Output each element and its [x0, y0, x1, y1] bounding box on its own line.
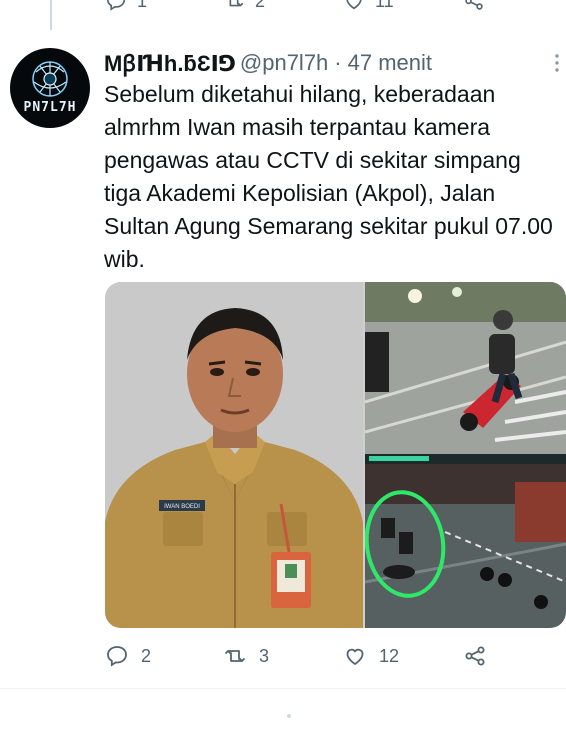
- share-icon: [465, 0, 483, 10]
- tweet-actions: 2 3 12: [105, 644, 545, 672]
- author-avatar[interactable]: PN7L7H: [10, 48, 90, 128]
- share-icon: [465, 646, 485, 666]
- tweet-timestamp[interactable]: 47 menit: [348, 50, 432, 76]
- author-display-name[interactable]: MꞵꓲꞪh.ƃƐꓲꓨ: [104, 48, 236, 78]
- separator-dot: ·: [334, 50, 342, 75]
- cctv-photo[interactable]: [365, 282, 566, 628]
- prev-reply-button[interactable]: 1: [105, 0, 147, 12]
- prev-like-count: 11: [375, 0, 394, 11]
- prev-reply-count: 1: [137, 0, 148, 11]
- like-count: 12: [379, 645, 400, 666]
- prev-like-button[interactable]: 11: [343, 0, 394, 12]
- reply-icon: [106, 0, 126, 11]
- retweet-icon: [225, 650, 245, 662]
- avatar-text: PN7L7H: [23, 100, 77, 115]
- avatar-emblem-icon: [32, 61, 68, 97]
- retweet-icon: [229, 0, 244, 7]
- author-handle[interactable]: @pn7l7h: [240, 50, 328, 76]
- prev-share-button[interactable]: [463, 0, 485, 12]
- tweet-divider: [0, 688, 566, 689]
- portrait-photo[interactable]: IWAN BOEDI: [105, 282, 363, 628]
- like-icon: [346, 648, 364, 666]
- prev-retweet-button[interactable]: 2: [223, 0, 265, 12]
- tweet-header: MꞵꓲꞪh.ƃƐꓲꓨ @pn7l7h · 47 menit: [104, 48, 556, 78]
- prev-retweet-count: 2: [255, 0, 266, 11]
- reply-count: 2: [141, 645, 152, 666]
- tweet-text: Sebelum diketahui hilang, keberadaan alm…: [104, 81, 553, 272]
- retweet-button[interactable]: 3: [223, 644, 269, 668]
- like-button[interactable]: 12: [343, 644, 399, 668]
- name-tag-text: IWAN BOEDI: [164, 504, 200, 510]
- thread-line: [50, 0, 52, 30]
- loading-dot: [287, 714, 291, 718]
- like-icon: [346, 0, 362, 10]
- previous-tweet-actions: 1 2 11: [105, 0, 525, 12]
- more-icon[interactable]: [550, 52, 564, 74]
- share-button[interactable]: [463, 644, 487, 668]
- reply-icon: [107, 646, 127, 667]
- reply-button[interactable]: 2: [105, 644, 151, 668]
- tweet-media[interactable]: IWAN BOEDI: [105, 282, 566, 628]
- retweet-count: 3: [259, 645, 270, 666]
